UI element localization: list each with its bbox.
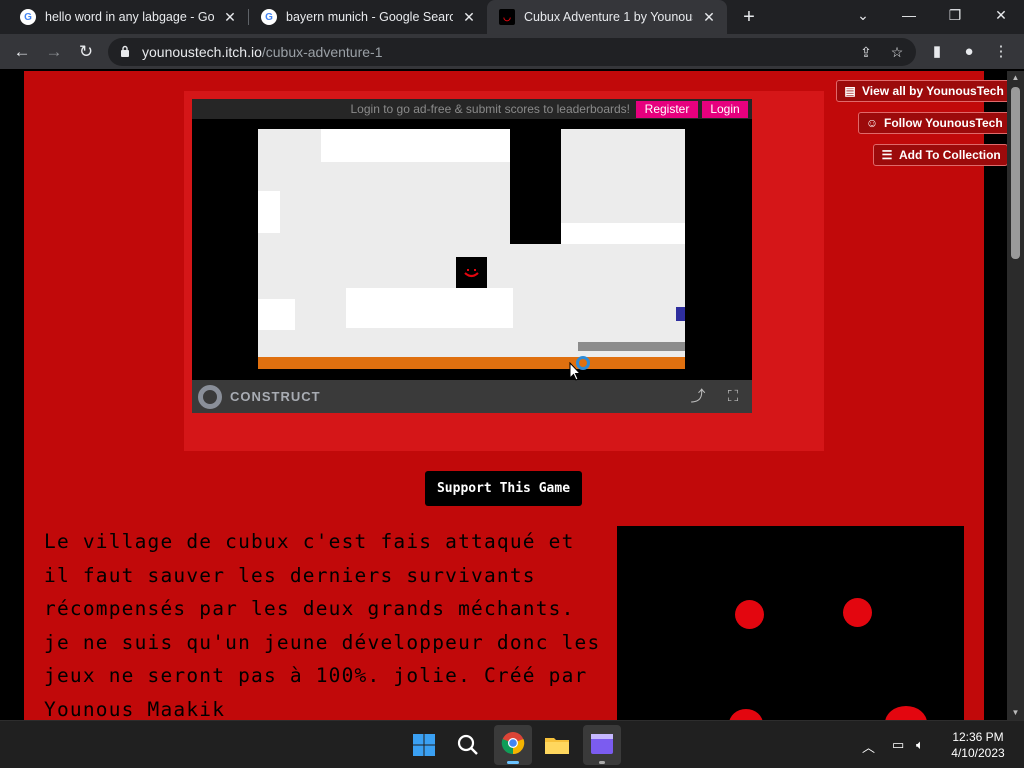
- view-all-label: View all by YounousTech: [862, 84, 1004, 98]
- page-viewport: Login to go ad-free & submit scores to l…: [0, 71, 1024, 720]
- chrome-icon: [501, 732, 525, 755]
- add-to-collection-button[interactable]: ☰ Add To Collection: [873, 144, 1008, 166]
- clock-time: 12:36 PM: [952, 730, 1004, 744]
- game-player[interactable]: Login to go ad-free & submit scores to l…: [192, 99, 752, 413]
- taskbar-clock[interactable]: 12:36 PM 4/10/2023: [944, 729, 1012, 761]
- windows-taskbar: ︿ ▭ 🔈︎ 12:36 PM 4/10/2023: [0, 720, 1024, 768]
- search-icon[interactable]: [452, 729, 484, 761]
- forward-arrow-icon[interactable]: →: [42, 40, 66, 64]
- tab-search-chevron-icon[interactable]: ⌄: [840, 0, 886, 34]
- lock-icon: [121, 45, 129, 57]
- mouse-cursor-icon: [569, 362, 581, 381]
- active-app-indicator: [507, 761, 519, 764]
- page-scrollbar[interactable]: ▲ ▼: [1007, 71, 1024, 720]
- login-button[interactable]: Login: [702, 101, 748, 118]
- share-icon[interactable]: ⤴: [688, 387, 708, 407]
- url-host: younoustech.itch.io: [142, 44, 262, 60]
- volume-icon[interactable]: 🔈︎: [916, 737, 924, 753]
- chrome-taskbar-item[interactable]: [494, 725, 532, 765]
- open-app-indicator: [599, 761, 605, 764]
- tab-title: hello word in any labgage - Google Searc…: [45, 10, 214, 24]
- platform-block: [346, 288, 513, 328]
- menu-kebab-icon[interactable]: ⋮: [991, 42, 1011, 62]
- follow-label: Follow YounousTech: [884, 116, 1003, 130]
- red-dot: [729, 709, 763, 720]
- platform-block: [321, 129, 511, 162]
- lava-floor: [258, 357, 685, 369]
- game-footer-bar: CONSTRUCT ⤴ ⛶: [192, 380, 752, 413]
- share-icon[interactable]: ⇪: [857, 43, 875, 61]
- reload-icon[interactable]: ↻: [74, 40, 98, 64]
- game-canvas[interactable]: [258, 129, 685, 369]
- close-tab-icon[interactable]: ✕: [701, 9, 717, 26]
- clock-date: 4/10/2023: [951, 746, 1005, 760]
- support-game-button[interactable]: Support This Game: [425, 471, 582, 506]
- playlist-add-icon: ☰: [881, 148, 893, 162]
- tab-title: bayern munich - Google Search: [286, 10, 453, 24]
- scroll-down-arrow-icon[interactable]: ▼: [1007, 706, 1024, 720]
- add-collection-label: Add To Collection: [899, 148, 1001, 162]
- clipchamp-icon: [591, 734, 613, 754]
- wall-block: [510, 129, 561, 244]
- browser-toolbar: ← → ↻ younoustech.itch.io/cubux-adventur…: [0, 34, 1024, 70]
- login-message: Login to go ad-free & submit scores to l…: [350, 102, 631, 116]
- close-window-icon[interactable]: ✕: [978, 0, 1024, 34]
- restore-icon[interactable]: ❐: [932, 0, 978, 34]
- side-panel-icon[interactable]: ▮: [927, 42, 947, 62]
- game-description: Le village de cubux c'est fais attaqué e…: [44, 530, 601, 720]
- back-arrow-icon[interactable]: ←: [10, 40, 34, 64]
- close-tab-icon[interactable]: ✕: [222, 9, 238, 26]
- game-login-bar: Login to go ad-free & submit scores to l…: [192, 99, 752, 119]
- scroll-up-arrow-icon[interactable]: ▲: [1007, 71, 1024, 85]
- follow-button[interactable]: ☺ Follow YounousTech: [858, 112, 1010, 134]
- game-screenshot[interactable]: [617, 526, 964, 720]
- itch-page: Login to go ad-free & submit scores to l…: [24, 71, 1011, 720]
- tab-strip: G hello word in any labgage - Google Sea…: [0, 0, 1024, 34]
- red-dot: [843, 598, 872, 627]
- clipchamp-taskbar-item[interactable]: [583, 725, 621, 765]
- new-tab-plus-icon[interactable]: +: [737, 5, 761, 29]
- view-all-button[interactable]: ▤ View all by YounousTech: [836, 80, 1011, 102]
- minimize-icon[interactable]: —: [886, 0, 932, 34]
- url-path: /cubux-adventure-1: [261, 44, 383, 60]
- tab-title: Cubux Adventure 1 by YounousTech: [524, 10, 693, 24]
- red-dot: [735, 600, 764, 629]
- bookmark-star-icon[interactable]: ☆: [888, 43, 906, 61]
- file-explorer-icon[interactable]: [541, 729, 573, 761]
- tab-google-search-2[interactable]: G bayern munich - Google Search ✕: [249, 0, 487, 34]
- scrollbar-thumb[interactable]: [1011, 87, 1020, 259]
- store-icon: ▤: [844, 84, 856, 98]
- construct-label: CONSTRUCT: [230, 389, 321, 404]
- survivor-cube-icon: [676, 307, 685, 321]
- platform-block: [561, 223, 685, 244]
- register-button[interactable]: Register: [636, 101, 698, 118]
- cubux-player-icon: [456, 257, 487, 288]
- cubux-favicon-icon: ◡: [499, 9, 515, 25]
- profile-icon[interactable]: ●: [959, 42, 979, 62]
- google-icon: G: [261, 9, 277, 25]
- show-hidden-icons-chevron-icon[interactable]: ︿: [862, 737, 875, 756]
- address-bar[interactable]: younoustech.itch.io/cubux-adventure-1 ⇪ …: [108, 38, 916, 66]
- construct-logo-icon: [198, 385, 222, 409]
- platform-block: [258, 191, 280, 233]
- fullscreen-icon[interactable]: ⛶: [723, 387, 743, 407]
- tab-google-search-1[interactable]: G hello word in any labgage - Google Sea…: [8, 0, 248, 34]
- network-icon[interactable]: ▭: [892, 737, 904, 753]
- game-embed-frame: Login to go ad-free & submit scores to l…: [184, 91, 824, 451]
- red-dot: [885, 706, 927, 720]
- windows-start-icon[interactable]: [408, 729, 440, 761]
- tab-cubux-adventure[interactable]: ◡ Cubux Adventure 1 by YounousTech ✕: [487, 0, 727, 34]
- platform-block: [258, 299, 295, 330]
- add-user-icon: ☺: [865, 116, 879, 130]
- url-text: younoustech.itch.io/cubux-adventure-1: [142, 44, 383, 60]
- google-icon: G: [20, 9, 36, 25]
- grey-platform: [578, 342, 685, 351]
- close-tab-icon[interactable]: ✕: [461, 9, 477, 26]
